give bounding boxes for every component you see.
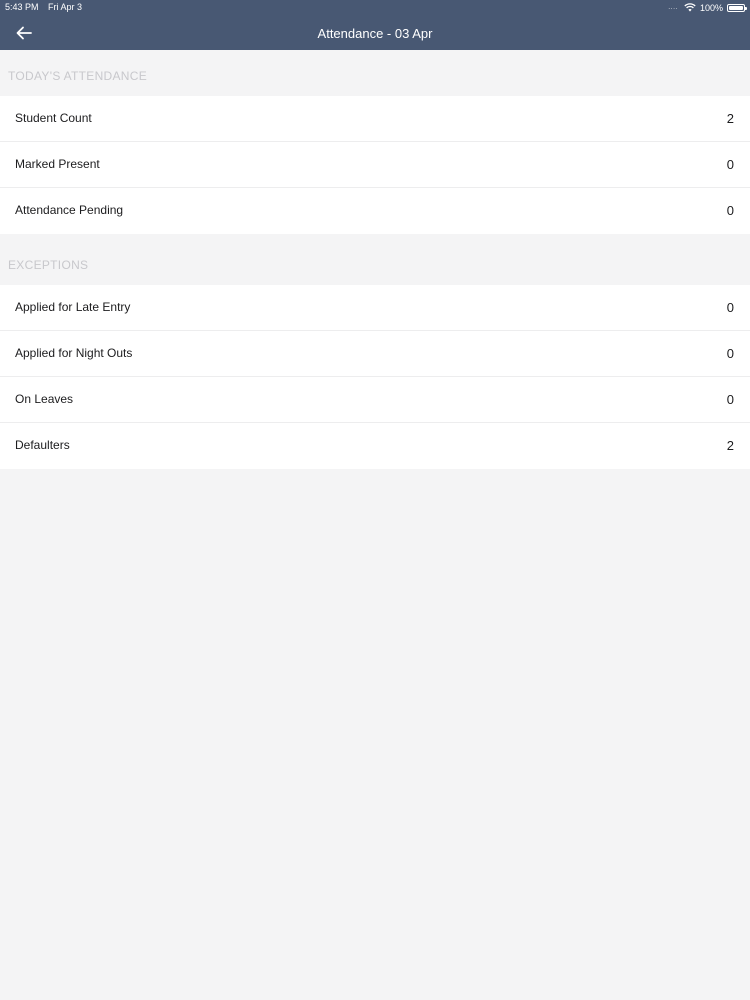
row-label: Defaulters — [15, 438, 70, 452]
nav-bar: Attendance - 03 Apr — [0, 15, 750, 50]
signal-icon: .... — [668, 4, 678, 11]
battery-icon — [727, 3, 747, 12]
status-bar: 5:43 PM Fri Apr 3 .... 100% — [0, 0, 750, 15]
list-item-night-outs[interactable]: Applied for Night Outs 0 — [0, 331, 750, 377]
list-item-student-count[interactable]: Student Count 2 — [0, 96, 750, 142]
row-label: Marked Present — [15, 157, 100, 171]
row-label: Applied for Night Outs — [15, 346, 133, 360]
row-label: Applied for Late Entry — [15, 300, 131, 314]
row-value: 0 — [726, 203, 734, 218]
row-value: 2 — [726, 111, 734, 126]
row-value: 0 — [726, 346, 734, 361]
status-time: 5:43 PM — [5, 2, 39, 12]
row-value: 0 — [726, 300, 734, 315]
row-value: 0 — [726, 392, 734, 407]
status-indicators: .... 100% — [668, 1, 747, 14]
list-item-late-entry[interactable]: Applied for Late Entry 0 — [0, 285, 750, 331]
row-label: Attendance Pending — [15, 203, 124, 217]
section-header-todays-attendance: TODAY'S ATTENDANCE — [8, 69, 148, 83]
row-label: Student Count — [15, 111, 92, 125]
status-date: Fri Apr 3 — [48, 2, 83, 12]
list-item-marked-present[interactable]: Marked Present 0 — [0, 142, 750, 188]
row-value: 0 — [726, 157, 734, 172]
exceptions-list: Applied for Late Entry 0 Applied for Nig… — [0, 285, 750, 469]
page-title: Attendance - 03 Apr — [317, 26, 433, 41]
battery-percent: 100% — [699, 2, 723, 13]
todays-attendance-list: Student Count 2 Marked Present 0 Attenda… — [0, 96, 750, 234]
app-header: 5:43 PM Fri Apr 3 .... 100% Attendance -… — [0, 0, 750, 50]
list-item-defaulters[interactable]: Defaulters 2 — [0, 423, 750, 469]
row-value: 2 — [726, 438, 734, 453]
list-item-on-leaves[interactable]: On Leaves 0 — [0, 377, 750, 423]
list-item-attendance-pending[interactable]: Attendance Pending 0 — [0, 188, 750, 234]
wifi-icon — [684, 3, 696, 12]
section-header-exceptions: EXCEPTIONS — [8, 258, 89, 272]
row-label: On Leaves — [15, 392, 74, 406]
